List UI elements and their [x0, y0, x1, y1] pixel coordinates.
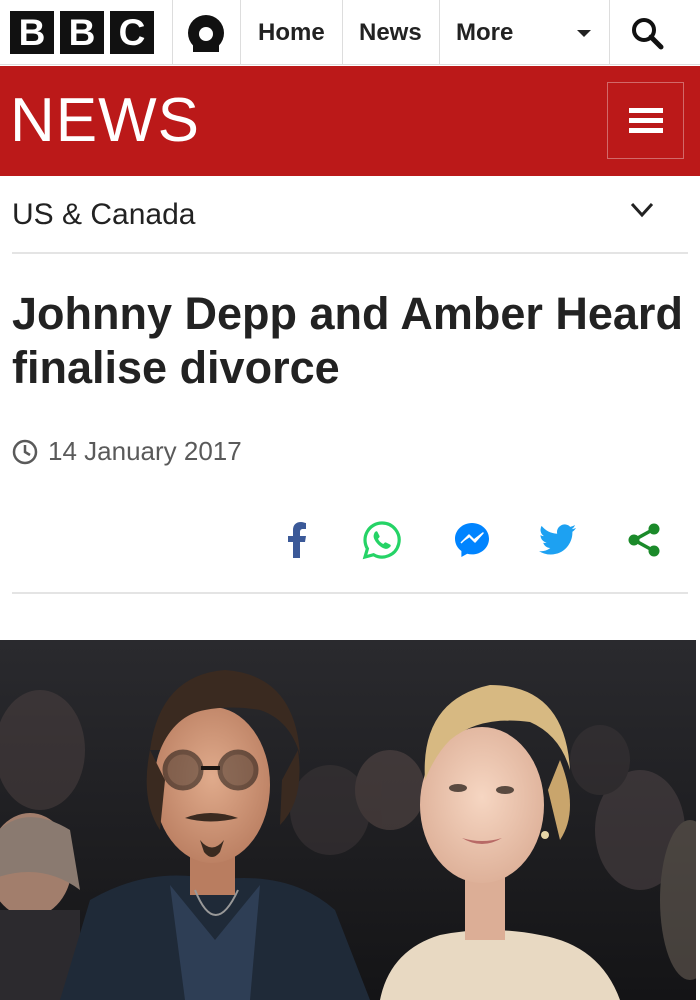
search-icon: [632, 17, 664, 49]
bbc-top-bar: B B C Home News More: [0, 0, 700, 65]
bbc-logo-block-c: C: [110, 11, 154, 54]
article-photo[interactable]: [0, 640, 696, 1000]
share-icon: [628, 523, 660, 557]
nav-home-link[interactable]: Home: [258, 0, 325, 65]
menu-button[interactable]: [607, 82, 684, 159]
twitter-icon: [539, 524, 576, 555]
divider: [342, 0, 343, 65]
article-headline: Johnny Depp and Amber Heard finalise div…: [12, 288, 683, 393]
bbc-logo[interactable]: B B C: [10, 11, 154, 54]
facebook-icon: [288, 522, 306, 558]
section-label: US & Canada: [12, 198, 196, 231]
article-photo-image: [0, 640, 696, 1000]
share-facebook-button[interactable]: [272, 515, 322, 565]
share-tools: [270, 515, 690, 565]
share-more-button[interactable]: [619, 515, 669, 565]
hamburger-menu-icon: [628, 103, 663, 138]
nav-news-link[interactable]: News: [359, 0, 422, 65]
bbc-logo-block-b2: B: [60, 11, 104, 54]
caret-down-icon[interactable]: [577, 30, 591, 37]
search-button[interactable]: [610, 0, 684, 65]
share-divider: [12, 592, 688, 594]
news-band: NEWS: [0, 66, 700, 176]
share-whatsapp-button[interactable]: [357, 515, 407, 565]
article-date: 14 January 2017: [48, 436, 242, 466]
bbc-logo-block-b1: B: [10, 11, 54, 54]
nav-more-link[interactable]: More: [456, 0, 513, 65]
news-logo[interactable]: NEWS: [10, 86, 200, 156]
account-icon: [188, 14, 224, 52]
share-twitter-button[interactable]: [533, 515, 583, 565]
divider: [439, 0, 440, 65]
account-button[interactable]: [172, 0, 240, 65]
section-selector[interactable]: US & Canada: [12, 176, 688, 254]
share-messenger-button[interactable]: [447, 515, 497, 565]
clock-icon: [12, 439, 38, 464]
article-timestamp: 14 January 2017: [12, 436, 242, 467]
chevron-down-icon: [630, 202, 654, 218]
whatsapp-icon: [362, 521, 401, 560]
divider: [240, 0, 241, 65]
messenger-icon: [455, 523, 489, 557]
